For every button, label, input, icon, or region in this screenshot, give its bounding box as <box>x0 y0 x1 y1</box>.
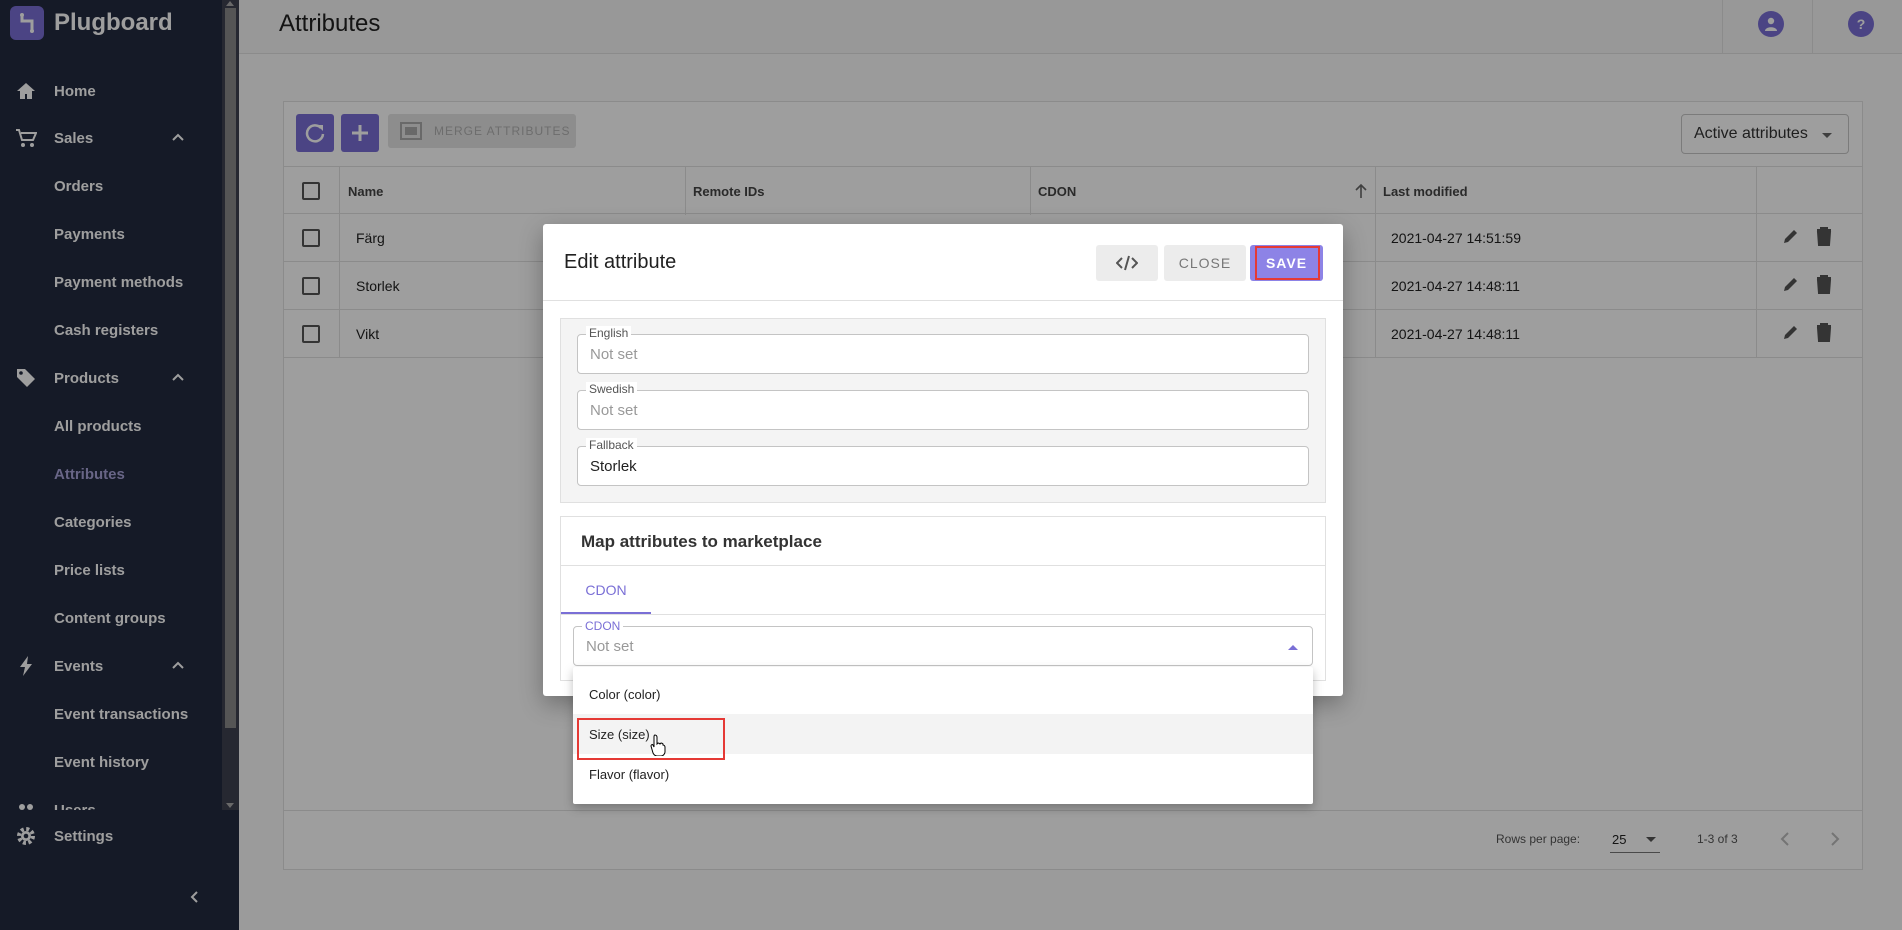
translations-panel: English Not set Swedish Not set Fallback… <box>560 318 1326 503</box>
hand-pointer-cursor-icon <box>650 734 666 756</box>
option-flavor[interactable]: Flavor (flavor) <box>573 754 1313 794</box>
divider <box>561 565 1325 566</box>
fallback-value: Storlek <box>590 458 637 475</box>
tab-cdon[interactable]: CDON <box>561 566 651 614</box>
cdon-options-menu: Color (color) Size (size) Flavor (flavor… <box>573 667 1313 804</box>
cdon-attribute-select[interactable]: CDON Not set <box>573 619 1313 666</box>
cdon-select-label: CDON <box>582 619 624 633</box>
swedish-value: Not set <box>590 402 638 419</box>
swedish-label: Swedish <box>586 382 638 396</box>
dialog-header: Edit attribute CLOSE SAVE <box>543 224 1343 301</box>
code-icon <box>1116 255 1138 271</box>
mapping-title: Map attributes to marketplace <box>581 532 822 551</box>
save-button[interactable]: SAVE <box>1250 245 1323 281</box>
cdon-select-value: Not set <box>586 638 634 655</box>
fallback-label: Fallback <box>586 438 637 452</box>
english-field[interactable]: English Not set <box>577 326 1309 374</box>
fallback-field[interactable]: Fallback Storlek <box>577 438 1309 486</box>
english-label: English <box>586 326 632 340</box>
divider <box>561 614 1325 615</box>
swedish-field[interactable]: Swedish Not set <box>577 382 1309 430</box>
english-value: Not set <box>590 346 638 363</box>
option-color[interactable]: Color (color) <box>573 674 1313 714</box>
view-code-button[interactable] <box>1096 245 1158 281</box>
dialog-title: Edit attribute <box>564 251 677 273</box>
caret-up-icon <box>1288 645 1298 650</box>
option-size[interactable]: Size (size) <box>573 714 1313 754</box>
close-button[interactable]: CLOSE <box>1164 245 1246 281</box>
